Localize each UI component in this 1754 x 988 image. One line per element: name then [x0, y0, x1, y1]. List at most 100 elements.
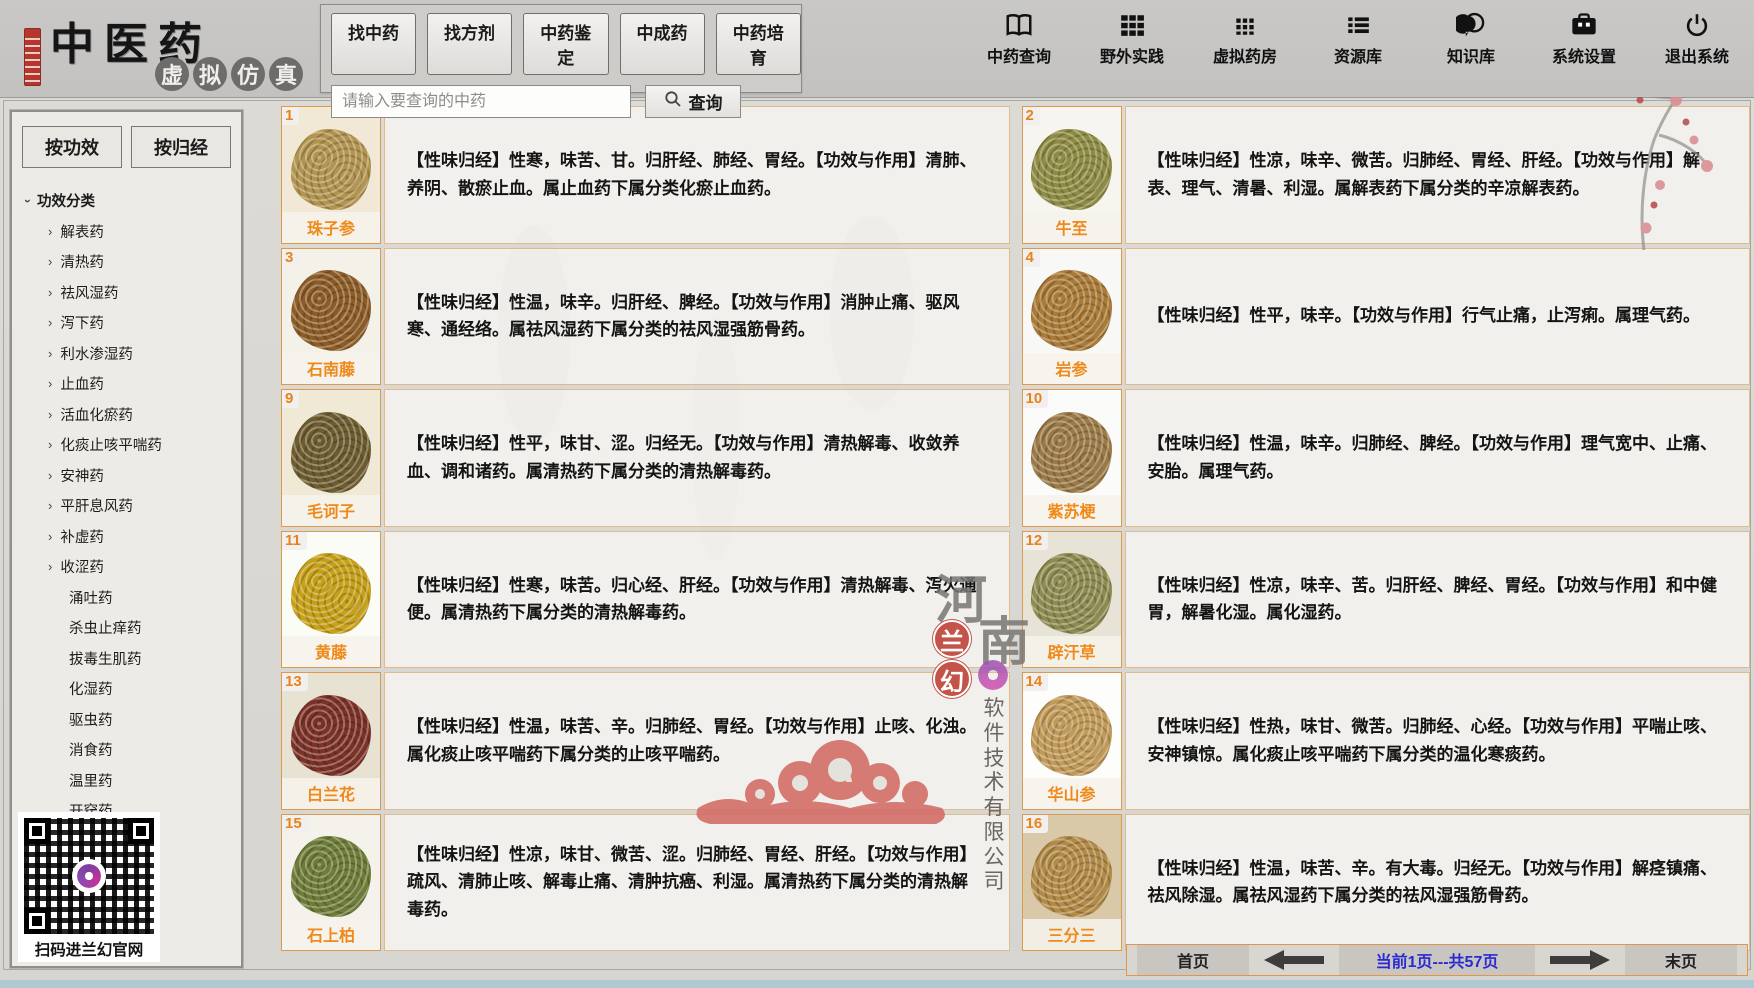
- tree-item[interactable]: ›止血药: [48, 373, 241, 394]
- search-button[interactable]: 查询: [645, 85, 741, 118]
- tree-item[interactable]: ›收涩药: [48, 556, 241, 577]
- tree-item[interactable]: ›解表药: [48, 221, 241, 242]
- search-input[interactable]: [331, 85, 631, 118]
- herb-card[interactable]: 3石南藤 【性味归经】性温，味辛。归肝经、脾经。【功效与作用】消肿止痛、驱风寒、…: [281, 248, 1010, 386]
- herb-photo: 3石南藤: [281, 248, 381, 386]
- chevron-right-icon: ›: [48, 407, 52, 422]
- herb-card-grid: 1珠子参 【性味归经】性寒，味苦、甘。归肝经、肺经、胃经。【功效与作用】清肺、养…: [281, 106, 1750, 951]
- bottom-strip: [0, 980, 1754, 988]
- menu-exit-system[interactable]: 退出系统: [1654, 12, 1740, 67]
- tree-item[interactable]: 温里药: [48, 770, 241, 791]
- herb-photo: 2 牛至: [1022, 106, 1122, 244]
- tab-patent-medicine[interactable]: 中成药: [620, 13, 705, 75]
- qr-finder-pattern: [24, 908, 50, 934]
- herb-image: [1031, 695, 1111, 776]
- herb-card[interactable]: 15石上柏 【性味归经】性凉，味甘、微苦、涩。归肺经、胃经、肝经。【功效与作用】…: [281, 814, 1010, 952]
- tree-item[interactable]: 拔毒生肌药: [48, 648, 241, 669]
- herb-description: 【性味归经】性寒，味苦。归心经、肝经。【功效与作用】清热解毒、泻火通便。属清热药…: [384, 531, 1010, 669]
- herb-card[interactable]: 2 牛至 【性味归经】性凉，味辛、微苦。归肺经、胃经、肝经。【功效与作用】解表、理…: [1022, 106, 1751, 244]
- tree-item[interactable]: ›平肝息风药: [48, 495, 241, 516]
- herb-name: 牛至: [1023, 212, 1121, 243]
- cells-icon: [1232, 12, 1258, 38]
- herb-card[interactable]: 11黄藤 【性味归经】性寒，味苦。归心经、肝经。【功效与作用】清热解毒、泻火通便…: [281, 531, 1010, 669]
- menu-virtual-pharmacy[interactable]: 虚拟药房: [1202, 12, 1288, 67]
- card-number: 13: [282, 673, 308, 691]
- tree-item[interactable]: ›安神药: [48, 465, 241, 486]
- menu-field-practice[interactable]: 野外实践: [1089, 12, 1175, 67]
- tab-find-herb[interactable]: 找中药: [331, 13, 416, 75]
- herb-name: 黄藤: [282, 636, 380, 667]
- herb-card[interactable]: 16三分三 【性味归经】性温，味苦、辛。有大毒。归经无。【功效与作用】解痉镇痛、…: [1022, 814, 1751, 952]
- qr-code: [24, 818, 154, 934]
- herb-card[interactable]: 12辟汗草 【性味归经】性凉，味辛、苦。归肝经、脾经、胃经。【功效与作用】和中健…: [1022, 531, 1751, 669]
- herb-image: [1031, 553, 1111, 634]
- pagination-bar: 首页 当前1页---共57页 末页: [1126, 944, 1748, 976]
- herb-description: 【性味归经】性平，味辛。【功效与作用】行气止痛，止泻痢。属理气药。: [1125, 248, 1751, 386]
- herb-description: 【性味归经】性凉，味辛、微苦。归肺经、胃经、肝经。【功效与作用】解表、理气、清暑…: [1125, 106, 1751, 244]
- qr-finder-pattern: [24, 818, 50, 844]
- herb-photo: 4岩参: [1022, 248, 1122, 386]
- herb-photo: 9毛诃子: [281, 389, 381, 527]
- tree-item[interactable]: ›化痰止咳平喘药: [48, 434, 241, 455]
- herb-description: 【性味归经】性热，味甘、微苦。归肺经、心经。【功效与作用】平喘止咳、安神镇惊。属…: [1125, 672, 1751, 810]
- tab-find-formula[interactable]: 找方剂: [427, 13, 512, 75]
- chat-icon: [1456, 12, 1486, 38]
- herb-photo: 12辟汗草: [1022, 531, 1122, 669]
- search-button-label: 查询: [689, 89, 723, 114]
- last-page-button[interactable]: 末页: [1625, 945, 1737, 975]
- herb-photo: 16 三分三: [1022, 814, 1122, 952]
- tree-item[interactable]: ›利水渗湿药: [48, 343, 241, 364]
- tab-by-effect[interactable]: 按功效: [22, 126, 122, 168]
- tree-item[interactable]: 驱虫药: [48, 709, 241, 730]
- tree-root-effect-category[interactable]: › 功效分类: [26, 190, 241, 211]
- next-page-arrow[interactable]: [1548, 949, 1612, 971]
- card-number: 16: [1023, 815, 1049, 833]
- herb-name: 石南藤: [282, 353, 380, 384]
- tree-item[interactable]: 涌吐药: [48, 587, 241, 608]
- herb-name: 三分三: [1023, 919, 1121, 950]
- herb-card[interactable]: 10紫苏梗 【性味归经】性温，味辛。归肺经、脾经。【功效与作用】理气宽中、止痛、…: [1022, 389, 1751, 527]
- page-status: 当前1页---共57页: [1339, 945, 1535, 975]
- tab-herb-cultivation[interactable]: 中药培育: [716, 13, 802, 75]
- tab-herb-identify[interactable]: 中药鉴定: [523, 13, 609, 75]
- tree-item[interactable]: ›祛风湿药: [48, 282, 241, 303]
- tree-item[interactable]: 消食药: [48, 739, 241, 760]
- herb-card[interactable]: 9毛诃子 【性味归经】性平，味甘、涩。归经无。【功效与作用】清热解毒、收敛养血、…: [281, 389, 1010, 527]
- herb-card[interactable]: 1珠子参 【性味归经】性寒，味苦、甘。归肝经、肺经、胃经。【功效与作用】清肺、养…: [281, 106, 1010, 244]
- first-page-button[interactable]: 首页: [1137, 945, 1249, 975]
- herb-description: 【性味归经】性温，味辛。归肝经、脾经。【功效与作用】消肿止痛、驱风寒、通经络。属…: [384, 248, 1010, 386]
- chevron-right-icon: ›: [48, 285, 52, 300]
- card-number: 10: [1023, 390, 1049, 408]
- herb-card[interactable]: 13白兰花 【性味归经】性温，味苦、辛。归肺经、胃经。【功效与作用】止咳、化浊。…: [281, 672, 1010, 810]
- chevron-right-icon: ›: [48, 315, 52, 330]
- chevron-right-icon: ›: [48, 254, 52, 269]
- tree-item[interactable]: ›泻下药: [48, 312, 241, 333]
- herb-card[interactable]: 4岩参 【性味归经】性平，味辛。【功效与作用】行气止痛，止泻痢。属理气药。: [1022, 248, 1751, 386]
- chevron-right-icon: ›: [48, 376, 52, 391]
- herb-image: [291, 129, 371, 210]
- herb-card[interactable]: 14华山参 【性味归经】性热，味甘、微苦。归肺经、心经。【功效与作用】平喘止咳、…: [1022, 672, 1751, 810]
- tree-item[interactable]: 杀虫止痒药: [48, 617, 241, 638]
- tree-item[interactable]: ›清热药: [48, 251, 241, 272]
- herb-photo: 14华山参: [1022, 672, 1122, 810]
- tree-item[interactable]: ›补虚药: [48, 526, 241, 547]
- previous-page-arrow[interactable]: [1262, 949, 1326, 971]
- menu-resource-library[interactable]: 资源库: [1315, 12, 1401, 67]
- subtitle-char: 拟: [193, 57, 227, 91]
- menu-herb-query[interactable]: 中药查询: [976, 12, 1062, 67]
- card-number: 2: [1023, 107, 1040, 125]
- chevron-right-icon: ›: [48, 437, 52, 452]
- tree-item[interactable]: 化湿药: [48, 678, 241, 699]
- herb-description: 【性味归经】性寒，味苦、甘。归肝经、肺经、胃经。【功效与作用】清肺、养阴、散瘀止…: [384, 106, 1010, 244]
- tree-item[interactable]: ›活血化瘀药: [48, 404, 241, 425]
- menu-system-settings[interactable]: 系统设置: [1541, 12, 1627, 67]
- menu-knowledge-base[interactable]: 知识库: [1428, 12, 1514, 67]
- main-area: 按功效 按归经 › 功效分类 ›解表药 ›清热药 ›祛风湿药 ›泻下药 ›利水渗…: [0, 97, 1754, 980]
- herb-name: 珠子参: [282, 212, 380, 243]
- search-icon: [664, 90, 682, 113]
- tab-by-meridian[interactable]: 按归经: [131, 126, 231, 168]
- card-number: 14: [1023, 673, 1049, 691]
- herb-photo: 10紫苏梗: [1022, 389, 1122, 527]
- chevron-right-icon: ›: [48, 498, 52, 513]
- herb-name: 辟汗草: [1023, 636, 1121, 667]
